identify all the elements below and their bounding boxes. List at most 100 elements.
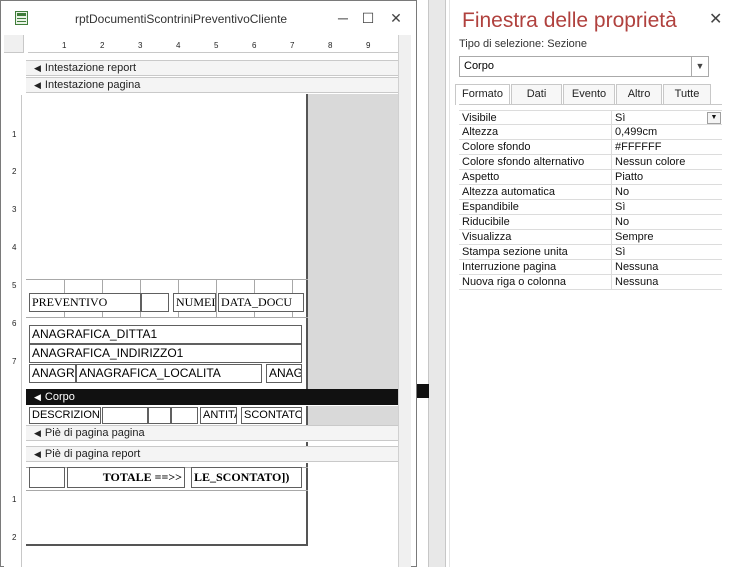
property-row[interactable]: Riducibile No: [459, 215, 722, 230]
section-arrow-icon: ◀: [34, 392, 41, 402]
property-value[interactable]: No: [612, 215, 722, 230]
section-label: Intestazione pagina: [44, 79, 141, 91]
app-root: rptDocumentiScontriniPreventivoCliente ─…: [0, 0, 729, 567]
property-grid: Visibile Sì ▼ Altezza 0,499cm Colore sfo…: [459, 110, 722, 290]
grid-line: [216, 279, 217, 317]
property-value[interactable]: Piatto: [612, 170, 722, 185]
tab-formato[interactable]: Formato: [455, 84, 510, 105]
splitter-detail-marker: [417, 384, 429, 398]
section-bar-report-footer[interactable]: ◀ Piè di pagina report: [26, 446, 398, 462]
ruler-v-label: 4: [12, 243, 17, 252]
section-arrow-icon: ◀: [34, 428, 41, 438]
property-name: Riducibile: [459, 215, 612, 230]
property-value[interactable]: No: [612, 185, 722, 200]
property-row[interactable]: Interruzione pagina Nessuna: [459, 260, 722, 275]
property-value[interactable]: Nessun colore: [612, 155, 722, 170]
vertical-ruler[interactable]: 1 2 3 4 5 6 7 1 2: [4, 95, 22, 567]
indirizzo-field[interactable]: ANAGRAFICA_INDIRIZZO1: [29, 344, 302, 363]
property-row[interactable]: Colore sfondo alternativo Nessun colore: [459, 155, 722, 170]
property-row[interactable]: Espandibile Sì: [459, 200, 722, 215]
minimize-button[interactable]: ─: [331, 6, 355, 30]
ruler-v-label: 3: [12, 205, 17, 214]
ruler-h-label: 8: [328, 41, 333, 50]
ditta-field[interactable]: ANAGRAFICA_DITTA1: [29, 325, 302, 344]
property-row[interactable]: Stampa sezione unita Sì: [459, 245, 722, 260]
ruler-h-label: 1: [62, 41, 67, 50]
property-tabs: Formato Dati Evento Altro Tutte: [455, 84, 711, 105]
property-value[interactable]: 0,499cm: [612, 125, 722, 140]
property-value[interactable]: Sempre: [612, 230, 722, 245]
property-value[interactable]: Sì: [612, 245, 722, 260]
empty-field[interactable]: [29, 467, 65, 488]
property-row[interactable]: Aspetto Piatto: [459, 170, 722, 185]
report-window-title: rptDocumentiScontriniPreventivoCliente: [75, 12, 288, 26]
property-row[interactable]: Altezza automatica No: [459, 185, 722, 200]
section-bar-page-footer[interactable]: ◀ Piè di pagina pagina: [26, 425, 398, 441]
close-property-sheet-button[interactable]: ✕: [709, 9, 722, 29]
grid-line: [26, 317, 308, 318]
section-bar-page-header[interactable]: ◀ Intestazione pagina: [26, 77, 398, 93]
totale-label[interactable]: TOTALE ==>>: [67, 467, 185, 488]
empty-field[interactable]: [148, 407, 171, 424]
tab-dati[interactable]: Dati: [511, 84, 562, 104]
property-row[interactable]: Visibile Sì ▼: [459, 110, 722, 126]
property-value[interactable]: Sì: [612, 111, 722, 126]
quantita-field[interactable]: ANTITA: [200, 407, 237, 424]
property-row[interactable]: Colore sfondo #FFFFFF: [459, 140, 722, 155]
background-area: [308, 94, 398, 389]
tab-tutte[interactable]: Tutte: [663, 84, 711, 104]
localita-field[interactable]: ANAGRAFICA_LOCALITA: [76, 364, 262, 383]
report-vertical-scrollbar[interactable]: [398, 35, 411, 567]
property-row[interactable]: Visualizza Sempre: [459, 230, 722, 245]
section-arrow-icon: ◀: [34, 80, 41, 90]
scontato-field[interactable]: SCONTATO: [241, 407, 302, 424]
numero-field[interactable]: NUMEI: [173, 293, 216, 312]
property-name: Espandibile: [459, 200, 612, 215]
section-arrow-icon: ◀: [34, 449, 41, 459]
section-bar-detail[interactable]: ◀ Corpo: [26, 389, 398, 405]
maximize-button[interactable]: ☐: [356, 6, 380, 30]
property-value[interactable]: Nessuna: [612, 260, 722, 275]
property-row[interactable]: Nuova riga o colonna Nessuna: [459, 275, 722, 290]
section-label: Piè di pagina pagina: [44, 427, 145, 439]
section-label: Piè di pagina report: [44, 448, 141, 460]
tab-altro[interactable]: Altro: [616, 84, 662, 104]
report-canvas[interactable]: 1 2 3 4 5 6 7 8 9 ◀ Intestazione report ◀…: [4, 35, 411, 567]
property-name: Altezza: [459, 125, 612, 140]
anag-right-field[interactable]: ANAG: [266, 364, 302, 383]
descrizione-field[interactable]: DESCRIZIONE_breve: [29, 407, 101, 424]
data-documento-field[interactable]: DATA_DOCU: [218, 293, 304, 312]
ruler-v-label: 7: [12, 357, 17, 366]
section-bar-report-header[interactable]: ◀ Intestazione report: [26, 60, 398, 76]
property-name: Interruzione pagina: [459, 260, 612, 275]
anagr-field[interactable]: ANAGR: [29, 364, 76, 383]
form-icon: [15, 11, 28, 25]
totale-value-field[interactable]: LE_SCONTATO]): [191, 467, 302, 488]
selection-type-label: Tipo di selezione: Sezione: [459, 38, 588, 50]
empty-field[interactable]: [102, 407, 148, 424]
close-report-button[interactable]: ✕: [384, 6, 408, 30]
property-value[interactable]: Sì: [612, 200, 722, 215]
background-area: [308, 406, 398, 425]
property-value[interactable]: Nessuna: [612, 275, 722, 290]
ruler-v-label: 5: [12, 281, 17, 290]
horizontal-ruler[interactable]: 1 2 3 4 5 6 7 8 9: [28, 39, 398, 53]
property-value[interactable]: #FFFFFF: [612, 140, 722, 155]
object-selector-dropdown[interactable]: Corpo ▼: [459, 56, 709, 77]
ruler-v-label: 2: [12, 167, 17, 176]
preventivo-label[interactable]: PREVENTIVO: [29, 293, 141, 312]
property-name: Stampa sezione unita: [459, 245, 612, 260]
splitter-area[interactable]: [417, 0, 449, 567]
chevron-down-icon[interactable]: ▼: [691, 57, 708, 76]
grid-line: [26, 279, 308, 280]
tab-evento[interactable]: Evento: [563, 84, 615, 104]
ruler-corner[interactable]: [4, 35, 24, 53]
chevron-down-icon[interactable]: ▼: [707, 112, 721, 124]
property-name: Colore sfondo: [459, 140, 612, 155]
property-row[interactable]: Altezza 0,499cm: [459, 125, 722, 140]
empty-field[interactable]: [141, 293, 169, 312]
splitter-strip[interactable]: [428, 0, 446, 567]
ruler-v-label: 1: [12, 130, 17, 139]
ruler-v-label: 6: [12, 319, 17, 328]
empty-field[interactable]: [171, 407, 198, 424]
